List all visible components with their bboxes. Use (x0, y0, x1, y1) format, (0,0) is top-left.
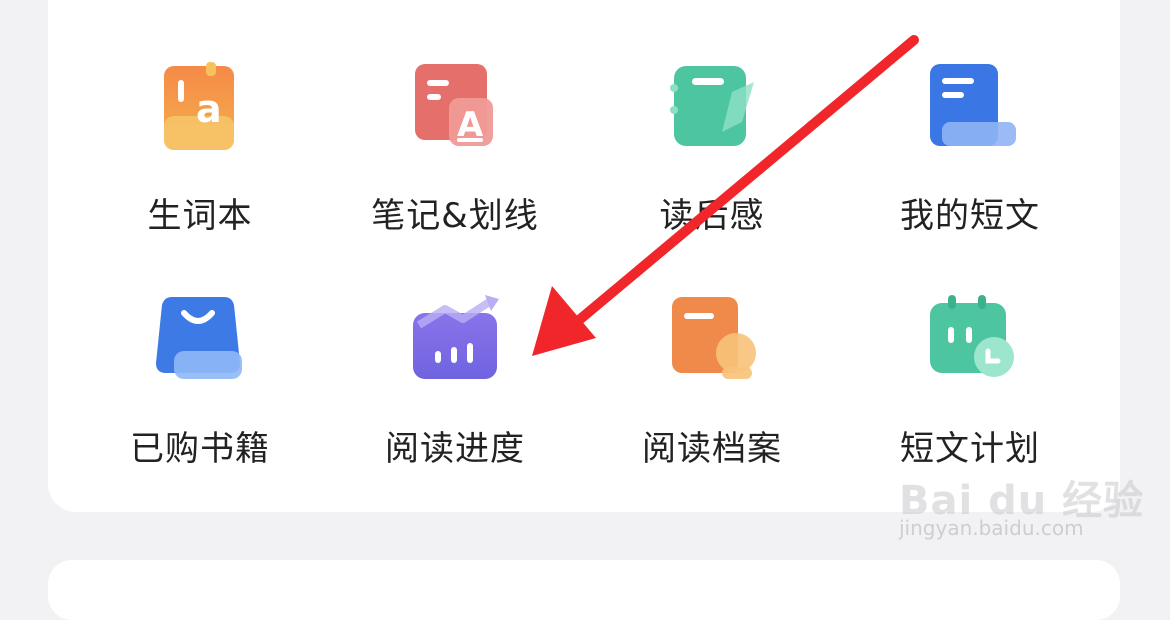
reading-profile-icon (662, 295, 762, 395)
tile-reading-profile[interactable]: 阅读档案 (602, 295, 822, 515)
vocabulary-book-icon: a (150, 62, 250, 162)
svg-text:a: a (196, 87, 222, 131)
reading-progress-icon (405, 295, 505, 395)
tile-label: 我的短文 (900, 196, 1040, 236)
tile-label: 已购书籍 (130, 429, 270, 469)
tile-book-review[interactable]: 读后感 (602, 62, 822, 282)
my-essays-icon (920, 62, 1020, 162)
watermark-url: jingyan.baidu.com (899, 516, 1084, 540)
book-review-icon (662, 62, 762, 162)
tile-label: 阅读进度 (385, 429, 525, 469)
tile-notes-highlight[interactable]: A 笔记&划线 (345, 62, 565, 282)
tile-reading-progress[interactable]: 阅读进度 (345, 295, 565, 515)
tile-vocabulary-book[interactable]: a 生词本 (90, 62, 310, 282)
tile-my-essays[interactable]: 我的短文 (860, 62, 1080, 282)
tile-label: 短文计划 (900, 429, 1040, 469)
tile-label: 读后感 (659, 196, 765, 236)
tile-label: 生词本 (147, 196, 253, 236)
next-card (48, 560, 1120, 620)
baidu-jingyan-watermark: Bai du 经验 jingyan.baidu.com (893, 468, 1143, 548)
tile-label: 笔记&划线 (371, 196, 539, 236)
essay-plan-icon (920, 295, 1020, 395)
purchased-books-icon (150, 295, 250, 395)
tile-purchased-books[interactable]: 已购书籍 (90, 295, 310, 515)
notes-highlight-icon: A (405, 62, 505, 162)
tile-label: 阅读档案 (642, 429, 782, 469)
